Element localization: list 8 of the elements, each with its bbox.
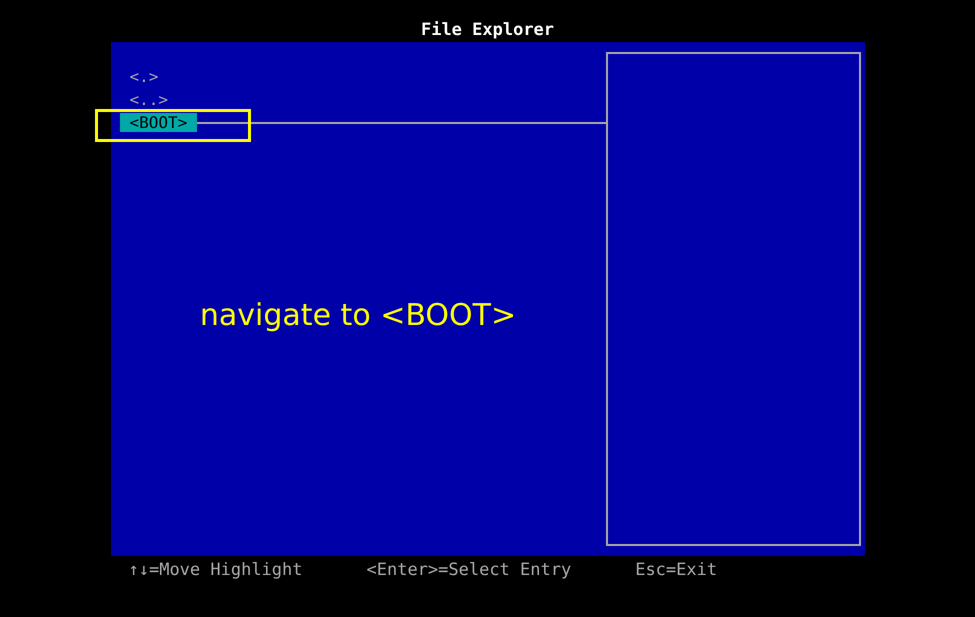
annotation-caption: navigate to <BOOT> xyxy=(198,298,518,333)
key-hint: Esc=Exit xyxy=(635,559,718,582)
directory-entry[interactable]: <BOOT> xyxy=(120,113,198,132)
directory-entry[interactable]: <.> xyxy=(130,67,166,86)
directory-entry[interactable]: <..> xyxy=(130,90,176,109)
key-hint: ↑↓=Move Highlight xyxy=(128,559,302,582)
window-title: File Explorer xyxy=(420,19,554,42)
key-hint: <Enter>=Select Entry xyxy=(366,559,572,582)
